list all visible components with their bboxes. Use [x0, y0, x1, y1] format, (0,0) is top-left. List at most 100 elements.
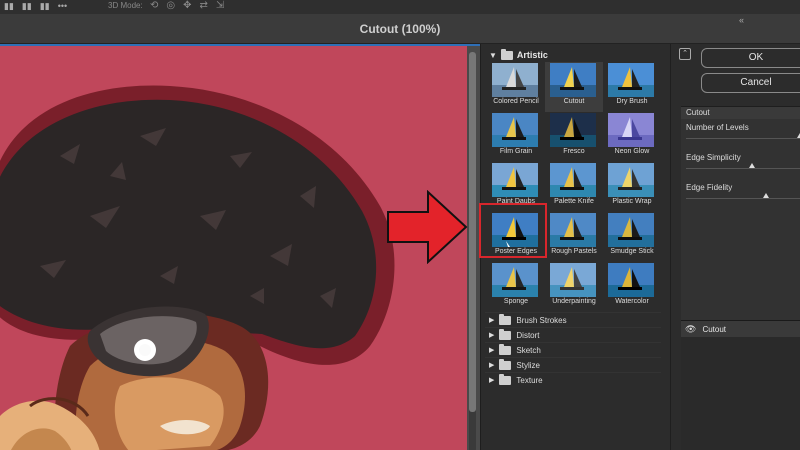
- filter-thumbnail: [550, 213, 596, 247]
- dialog-title: Cutout (100%): [359, 22, 441, 36]
- filter-paint-daubs[interactable]: Paint Daubs: [487, 162, 545, 212]
- param-edge-fidelity[interactable]: Edge Fidelity: [681, 179, 800, 209]
- roll-icon[interactable]: ◎: [166, 0, 175, 12]
- pan-icon[interactable]: ✥: [183, 0, 191, 12]
- filter-thumbnail: [492, 213, 538, 247]
- filter-thumbnail: [492, 63, 538, 97]
- filter-poster-edges[interactable]: Poster Edges: [487, 212, 545, 262]
- filter-thumbnail: [492, 163, 538, 197]
- filter-parameters: Cutout Number of Levels Edge Simplicity …: [681, 106, 800, 356]
- category-sketch[interactable]: ▶ Sketch: [485, 342, 661, 357]
- filter-neon-glow[interactable]: Neon Glow: [603, 112, 661, 162]
- filter-thumbnail: [550, 113, 596, 147]
- filter-film-grain[interactable]: Film Grain: [487, 112, 545, 162]
- filter-rough-pastels[interactable]: Rough Pastels: [545, 212, 603, 262]
- toolbar-icons: ▮▮ ▮▮ ▮▮ •••: [4, 0, 67, 14]
- filter-fresco[interactable]: Fresco: [545, 112, 603, 162]
- collapsed-triangle-icon[interactable]: ▶: [489, 376, 494, 384]
- filter-dry-brush[interactable]: Dry Brush: [603, 62, 661, 112]
- align-left-icon[interactable]: ▮▮: [4, 0, 14, 14]
- filter-thumbnail-grid: Colored Pencil Cutout Dry Brush Film Gra…: [487, 62, 659, 312]
- category-artistic-label: Artistic: [516, 50, 548, 60]
- param-edge-simplicity[interactable]: Edge Simplicity: [681, 149, 800, 179]
- collapsed-triangle-icon[interactable]: ▶: [489, 346, 494, 354]
- category-label: Distort: [516, 330, 540, 340]
- orbit-icon[interactable]: ⟲: [150, 0, 158, 12]
- align-right-icon[interactable]: ▮▮: [40, 0, 50, 14]
- filter-category-list: ▶ Brush Strokes ▶ Distort ▶ Sketch ▶ Sty…: [485, 312, 661, 387]
- slider-track[interactable]: [686, 138, 800, 139]
- category-label: Stylize: [516, 360, 540, 370]
- category-artistic[interactable]: ▼ Artistic: [489, 48, 548, 62]
- filter-smudge-stick[interactable]: Smudge Stick: [603, 212, 661, 262]
- folder-icon: [499, 373, 512, 385]
- filter-label: Neon Glow: [614, 148, 650, 155]
- collapsed-triangle-icon[interactable]: ▶: [489, 331, 494, 339]
- param-label: Number of Levels: [686, 123, 749, 132]
- filter-watercolor[interactable]: Watercolor: [603, 262, 661, 312]
- filter-cutout[interactable]: Cutout: [545, 62, 603, 112]
- param-label: Edge Fidelity: [686, 183, 733, 192]
- filter-colored-pencil[interactable]: Colored Pencil: [487, 62, 545, 112]
- slider-track[interactable]: [686, 198, 800, 199]
- 3d-mode-icons: ⟲ ◎ ✥ ⇄ ⇲: [150, 0, 224, 12]
- filter-thumbnail: [550, 163, 596, 197]
- filter-sponge[interactable]: Sponge: [487, 262, 545, 312]
- filter-label: Cutout: [563, 98, 585, 105]
- filter-thumbnail: [608, 63, 654, 97]
- category-texture[interactable]: ▶ Texture: [485, 372, 661, 387]
- slider-knob[interactable]: [749, 163, 755, 168]
- ok-button[interactable]: OK: [701, 48, 800, 68]
- filter-label: Watercolor: [615, 298, 649, 305]
- slider-knob[interactable]: [763, 193, 769, 198]
- expanded-triangle-icon[interactable]: ▼: [489, 51, 497, 60]
- scale-icon[interactable]: ⇲: [216, 0, 224, 12]
- cancel-button[interactable]: Cancel: [701, 73, 800, 93]
- category-stylize[interactable]: ▶ Stylize: [485, 357, 661, 372]
- filter-label: Underpainting: [552, 298, 596, 305]
- filter-select[interactable]: Cutout: [681, 107, 800, 119]
- filter-label: Plastic Wrap: [612, 198, 652, 205]
- param-number-of-levels[interactable]: Number of Levels: [681, 119, 800, 149]
- category-distort[interactable]: ▶ Distort: [485, 327, 661, 342]
- filter-settings-panel: ⌃ OK Cancel Cutout Number of Levels Edge…: [670, 44, 800, 450]
- filter-underpainting[interactable]: Underpainting: [545, 262, 603, 312]
- filter-thumbnail: [492, 113, 538, 147]
- effect-layer-label: Cutout: [702, 324, 727, 334]
- folder-icon: [500, 48, 513, 60]
- filter-label: Film Grain: [499, 148, 533, 155]
- preview-vertical-scrollbar[interactable]: [469, 52, 476, 450]
- filter-label: Palette Knife: [554, 198, 594, 205]
- options-toolbar: ▮▮ ▮▮ ▮▮ ••• 3D Mode: ⟲ ◎ ✥ ⇄ ⇲: [0, 0, 800, 14]
- 3d-mode-label: 3D Mode:: [108, 1, 143, 10]
- collapsed-triangle-icon[interactable]: ▶: [489, 361, 494, 369]
- category-brush-strokes[interactable]: ▶ Brush Strokes: [485, 312, 661, 327]
- dialog-title-bar: « Cutout (100%): [0, 14, 800, 44]
- folder-icon: [499, 313, 512, 325]
- filter-plastic-wrap[interactable]: Plastic Wrap: [603, 162, 661, 212]
- filter-thumbnail: [608, 263, 654, 297]
- folder-icon: [499, 358, 512, 370]
- collapse-gallery-icon[interactable]: ⌃: [679, 48, 691, 60]
- scrollbar-thumb[interactable]: [469, 52, 476, 412]
- filter-thumbnail: [608, 113, 654, 147]
- slide-icon[interactable]: ⇄: [200, 0, 208, 12]
- collapsed-triangle-icon[interactable]: ▶: [489, 316, 494, 324]
- filter-label: Sponge: [503, 298, 529, 305]
- eye-icon[interactable]: 👁: [685, 324, 696, 335]
- align-center-icon[interactable]: ▮▮: [22, 0, 32, 14]
- effect-layer-cutout[interactable]: 👁 Cutout: [681, 321, 800, 337]
- more-icon[interactable]: •••: [58, 0, 67, 14]
- filter-thumbnail: [608, 213, 654, 247]
- category-label: Sketch: [516, 345, 541, 355]
- filter-thumbnail: [550, 263, 596, 297]
- filter-palette-knife[interactable]: Palette Knife: [545, 162, 603, 212]
- effect-layers-list: 👁 Cutout: [681, 320, 800, 450]
- filter-thumbnail: [492, 263, 538, 297]
- filter-label: Smudge Stick: [610, 248, 654, 255]
- filter-label: Fresco: [563, 148, 585, 155]
- filter-label: Colored Pencil: [493, 98, 539, 105]
- filter-thumbnail: [608, 163, 654, 197]
- filter-label: Dry Brush: [616, 98, 648, 105]
- slider-track[interactable]: [686, 168, 800, 169]
